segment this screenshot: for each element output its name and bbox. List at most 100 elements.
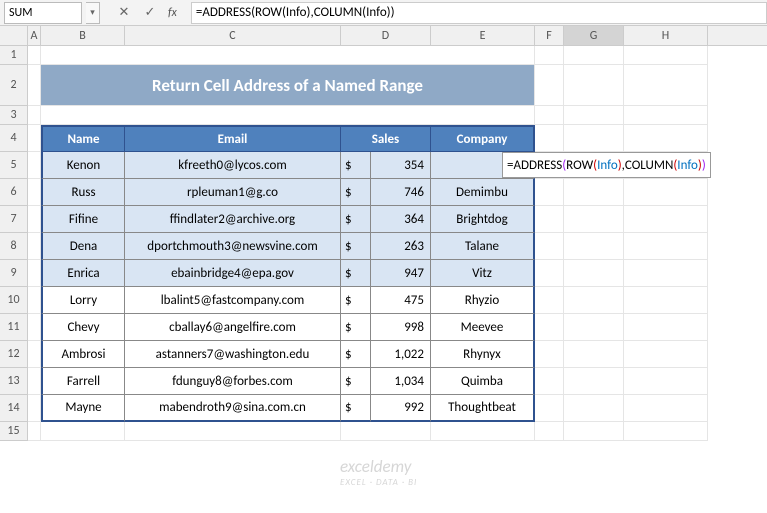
cell-currency[interactable]: $	[341, 206, 371, 233]
cell-email[interactable]: cballay6@angelfire.com	[125, 314, 341, 341]
cell[interactable]	[41, 106, 535, 125]
table-header-sales[interactable]: Sales	[341, 125, 431, 152]
fx-icon[interactable]: fx	[168, 6, 177, 20]
cell[interactable]	[564, 260, 624, 287]
formula-input[interactable]: =ADDRESS(ROW(Info),COLUMN(Info))	[191, 2, 767, 24]
cell[interactable]	[535, 341, 564, 368]
cell-name[interactable]: Russ	[41, 179, 125, 206]
cell-edit-overlay[interactable]: =ADDRESS(ROW(Info),COLUMN(Info))	[502, 152, 711, 178]
cell[interactable]	[535, 106, 564, 125]
row-header[interactable]: 5	[0, 152, 28, 179]
cell-email[interactable]: ebainbridge4@epa.gov	[125, 260, 341, 287]
row-header[interactable]: 10	[0, 287, 28, 314]
cell[interactable]	[535, 46, 564, 65]
cell-name[interactable]: Ambrosi	[41, 341, 125, 368]
col-header-b[interactable]: B	[41, 26, 125, 45]
cell[interactable]	[624, 314, 708, 341]
row-header[interactable]: 2	[0, 65, 28, 106]
cell-sales[interactable]: 354	[371, 152, 431, 179]
col-header-e[interactable]: E	[431, 26, 535, 45]
cell-currency[interactable]: $	[341, 341, 371, 368]
table-header-company[interactable]: Company	[431, 125, 535, 152]
cell[interactable]	[624, 206, 708, 233]
cell-company[interactable]: Talane	[431, 233, 535, 260]
cell-name[interactable]: Enrica	[41, 260, 125, 287]
cell[interactable]	[431, 422, 535, 441]
cell[interactable]	[624, 179, 708, 206]
cell[interactable]	[564, 287, 624, 314]
row-header[interactable]: 8	[0, 233, 28, 260]
cell-company[interactable]: Thoughtbeat	[431, 395, 535, 422]
cell-name[interactable]: Fifine	[41, 206, 125, 233]
row-header[interactable]: 9	[0, 260, 28, 287]
cell-company[interactable]: Brightdog	[431, 206, 535, 233]
cell[interactable]	[28, 395, 41, 422]
cell[interactable]	[28, 152, 41, 179]
cell[interactable]	[28, 206, 41, 233]
row-header[interactable]: 7	[0, 206, 28, 233]
cell[interactable]	[28, 314, 41, 341]
cell-email[interactable]: lbalint5@fastcompany.com	[125, 287, 341, 314]
table-header-name[interactable]: Name	[41, 125, 125, 152]
cell[interactable]	[564, 179, 624, 206]
cell[interactable]	[624, 46, 708, 65]
cell-sales[interactable]: 1,034	[371, 368, 431, 395]
cell[interactable]	[535, 179, 564, 206]
name-box-dropdown[interactable]: ▾	[86, 2, 100, 24]
cell[interactable]	[28, 65, 41, 106]
cell-email[interactable]: fdunguy8@forbes.com	[125, 368, 341, 395]
cell[interactable]	[564, 422, 624, 441]
cell[interactable]	[624, 395, 708, 422]
cell[interactable]	[41, 422, 125, 441]
row-header[interactable]: 6	[0, 179, 28, 206]
cell[interactable]	[564, 314, 624, 341]
cell-email[interactable]: astanners7@washington.edu	[125, 341, 341, 368]
cell-currency[interactable]: $	[341, 152, 371, 179]
name-box[interactable]: SUM	[4, 2, 82, 24]
cell-company[interactable]: Demimbu	[431, 179, 535, 206]
cell[interactable]	[624, 65, 708, 106]
cell[interactable]	[535, 287, 564, 314]
cell-company[interactable]: Rhyzio	[431, 287, 535, 314]
cell-sales[interactable]: 475	[371, 287, 431, 314]
cell-name[interactable]: Dena	[41, 233, 125, 260]
cell-sales[interactable]: 746	[371, 179, 431, 206]
cell[interactable]	[535, 206, 564, 233]
cell-name[interactable]: Lorry	[41, 287, 125, 314]
cell-currency[interactable]: $	[341, 287, 371, 314]
cell-name[interactable]: Mayne	[41, 395, 125, 422]
cell[interactable]	[564, 233, 624, 260]
row-header[interactable]: 12	[0, 341, 28, 368]
cell[interactable]	[564, 65, 624, 106]
col-header-d[interactable]: D	[341, 26, 431, 45]
cell[interactable]	[564, 125, 624, 152]
cell[interactable]	[564, 395, 624, 422]
col-header-c[interactable]: C	[125, 26, 341, 45]
cell[interactable]	[624, 233, 708, 260]
row-header[interactable]: 15	[0, 422, 28, 441]
cell-currency[interactable]: $	[341, 395, 371, 422]
row-header[interactable]: 3	[0, 106, 28, 125]
cell[interactable]	[125, 422, 341, 441]
cell[interactable]	[535, 125, 564, 152]
cell-name[interactable]: Farrell	[41, 368, 125, 395]
cell[interactable]	[41, 46, 535, 65]
cell[interactable]	[624, 287, 708, 314]
cell-sales[interactable]: 1,022	[371, 341, 431, 368]
cell-email[interactable]: dportchmouth3@newsvine.com	[125, 233, 341, 260]
cell[interactable]	[28, 368, 41, 395]
cell[interactable]	[624, 422, 708, 441]
row-header[interactable]: 13	[0, 368, 28, 395]
cell[interactable]	[341, 422, 431, 441]
cell[interactable]	[535, 65, 564, 106]
cell[interactable]	[535, 233, 564, 260]
cell[interactable]	[28, 287, 41, 314]
cell-email[interactable]: rpleuman1@g.co	[125, 179, 341, 206]
cell-sales[interactable]: 998	[371, 314, 431, 341]
cell-currency[interactable]: $	[341, 314, 371, 341]
cell[interactable]	[624, 368, 708, 395]
cell-sales[interactable]: 947	[371, 260, 431, 287]
cell-currency[interactable]: $	[341, 233, 371, 260]
cell-email[interactable]: mabendroth9@sina.com.cn	[125, 395, 341, 422]
row-header[interactable]: 1	[0, 46, 28, 65]
